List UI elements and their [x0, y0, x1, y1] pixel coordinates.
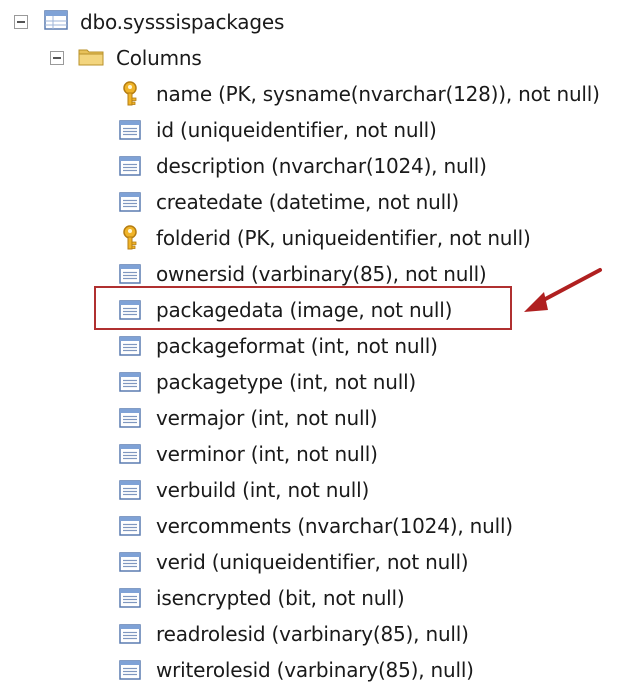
column-icon: [118, 372, 142, 392]
column-icon: [118, 408, 142, 428]
column-icon: [118, 156, 142, 176]
red-arrow-annotation: [524, 268, 602, 312]
column-label: verid (uniqueidentifier, not null): [156, 550, 469, 574]
column-label: createdate (datetime, not null): [156, 190, 459, 214]
tree-node-column[interactable]: vermajor (int, not null): [118, 400, 377, 436]
column-icon: [118, 444, 142, 464]
column-label: description (nvarchar(1024), null): [156, 154, 487, 178]
tree-node-column[interactable]: packageformat (int, not null): [118, 328, 438, 364]
tree-node-column[interactable]: readrolesid (varbinary(85), null): [118, 616, 469, 652]
column-icon: [118, 660, 142, 680]
column-label: verminor (int, not null): [156, 442, 378, 466]
tree-node-column[interactable]: vercomments (nvarchar(1024), null): [118, 508, 513, 544]
tree-node-column[interactable]: verbuild (int, not null): [118, 472, 369, 508]
tree-node-table[interactable]: dbo.sysssispackages: [14, 4, 284, 40]
highlight-box: [94, 286, 512, 330]
column-icon: [118, 516, 142, 536]
tree-node-column[interactable]: packagetype (int, not null): [118, 364, 416, 400]
folder-label: Columns: [116, 46, 202, 70]
column-icon: [118, 120, 142, 140]
column-label: writerolesid (varbinary(85), null): [156, 658, 474, 682]
key-icon: [118, 225, 142, 251]
column-label: packagetype (int, not null): [156, 370, 417, 394]
tree-node-column[interactable]: name (PK, sysname(nvarchar(128)), not nu…: [118, 76, 600, 112]
column-icon: [118, 336, 142, 356]
column-label: vermajor (int, not null): [156, 406, 378, 430]
column-icon: [118, 588, 142, 608]
column-label: folderid (PK, uniqueidentifier, not null…: [156, 226, 531, 250]
tree-node-column[interactable]: writerolesid (varbinary(85), null): [118, 652, 474, 688]
column-icon: [118, 480, 142, 500]
folder-icon: [78, 46, 104, 70]
column-label: name (PK, sysname(nvarchar(128)), not nu…: [156, 82, 600, 106]
tree-node-column[interactable]: createdate (datetime, not null): [118, 184, 459, 220]
tree-node-column[interactable]: verminor (int, not null): [118, 436, 378, 472]
column-icon: [118, 624, 142, 644]
column-label: isencrypted (bit, not null): [156, 586, 405, 610]
collapse-toggle-columns[interactable]: [50, 51, 64, 65]
column-label: vercomments (nvarchar(1024), null): [156, 514, 513, 538]
collapse-toggle-table[interactable]: [14, 15, 28, 29]
tree-node-column[interactable]: isencrypted (bit, not null): [118, 580, 405, 616]
key-icon: [118, 81, 142, 107]
object-explorer-tree: dbo.sysssispackages Columns name (PK, sy…: [0, 0, 624, 682]
tree-node-columns-folder[interactable]: Columns: [50, 40, 202, 76]
column-label: id (uniqueidentifier, not null): [156, 118, 437, 142]
tree-node-column[interactable]: description (nvarchar(1024), null): [118, 148, 487, 184]
column-icon: [118, 192, 142, 212]
table-label: dbo.sysssispackages: [80, 10, 285, 34]
column-label: packageformat (int, not null): [156, 334, 438, 358]
column-icon: [118, 264, 142, 284]
column-icon: [118, 552, 142, 572]
tree-node-column[interactable]: verid (uniqueidentifier, not null): [118, 544, 469, 580]
tree-node-column[interactable]: folderid (PK, uniqueidentifier, not null…: [118, 220, 531, 256]
table-icon: [44, 10, 68, 34]
column-label: verbuild (int, not null): [156, 478, 370, 502]
column-label: readrolesid (varbinary(85), null): [156, 622, 469, 646]
tree-node-column[interactable]: id (uniqueidentifier, not null): [118, 112, 437, 148]
